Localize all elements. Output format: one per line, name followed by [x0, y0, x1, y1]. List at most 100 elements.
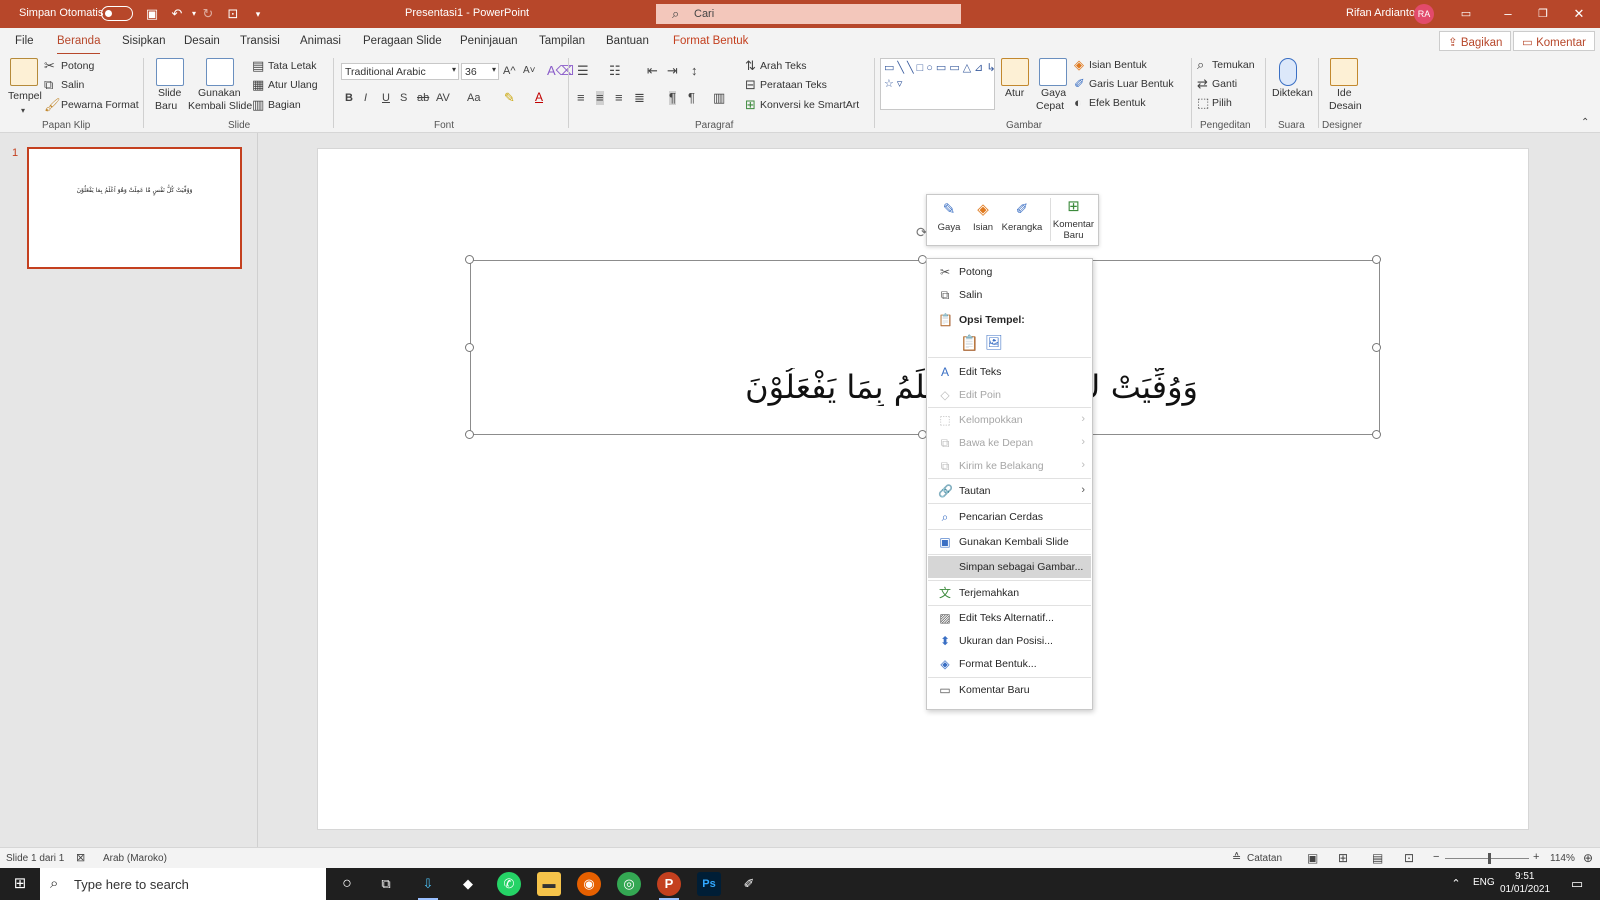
- find-icon[interactable]: ⌕: [1197, 58, 1204, 72]
- cut-icon[interactable]: ✂: [44, 59, 55, 73]
- copy-icon[interactable]: ⧉: [44, 78, 53, 92]
- share-button[interactable]: ⇪ Bagikan: [1439, 31, 1512, 51]
- new-comment-button[interactable]: ⊞ Komentar Baru: [1050, 198, 1096, 241]
- format-painter-icon[interactable]: 🖌: [44, 98, 61, 112]
- menu-item-smart-lookup[interactable]: ⌕ Pencarian Cerdas: [928, 506, 1091, 528]
- avatar[interactable]: RA: [1414, 4, 1434, 24]
- menu-item-new-comment[interactable]: ▭ Komentar Baru: [928, 679, 1091, 701]
- menu-item-bring-front[interactable]: ⧉ Bawa ke Depan ›: [928, 432, 1091, 454]
- strikethrough-icon[interactable]: ab: [417, 91, 429, 105]
- align-text-label[interactable]: Perataan Teks: [760, 79, 827, 91]
- clock-date[interactable]: 01/01/2021: [1500, 884, 1550, 895]
- tab-file[interactable]: File: [15, 35, 34, 47]
- fill-button[interactable]: ◈ Isian: [969, 201, 997, 233]
- decrease-indent-icon[interactable]: ⇤: [647, 64, 658, 78]
- quick-styles-label-2[interactable]: Cepat: [1036, 100, 1064, 112]
- reuse-slides-icon[interactable]: [206, 58, 234, 86]
- save-icon[interactable]: ▣: [144, 6, 160, 22]
- paste-dropdown-icon[interactable]: ▾: [21, 104, 25, 118]
- new-slide-label-2[interactable]: Baru: [155, 100, 177, 112]
- quick-styles-label-1[interactable]: Gaya: [1041, 87, 1066, 99]
- restore-icon[interactable]: ❐: [1533, 5, 1553, 23]
- align-text-icon[interactable]: ⊟: [745, 78, 756, 92]
- section-label[interactable]: Bagian: [268, 99, 301, 111]
- menu-item-size-position[interactable]: ⬍ Ukuran dan Posisi...: [928, 630, 1091, 652]
- tab-review[interactable]: Peninjauan: [460, 35, 518, 47]
- increase-indent-icon[interactable]: ⇥: [667, 64, 678, 78]
- menu-item-edit-points[interactable]: ◇ Edit Poin: [928, 384, 1091, 406]
- paste-label[interactable]: Tempel: [8, 90, 42, 102]
- line-spacing-icon[interactable]: ↕: [691, 64, 698, 78]
- align-center-icon[interactable]: ≡: [596, 91, 604, 105]
- tab-slideshow[interactable]: Peragaan Slide: [363, 35, 442, 47]
- zoom-slider-thumb[interactable]: [1488, 853, 1491, 864]
- format-painter-label[interactable]: Pewarna Format: [61, 99, 139, 111]
- style-button[interactable]: ✎ Gaya: [935, 201, 963, 233]
- shape-outline-label[interactable]: Garis Luar Bentuk: [1089, 78, 1174, 90]
- cut-label[interactable]: Potong: [61, 60, 94, 72]
- reset-icon[interactable]: ▦: [252, 78, 264, 92]
- reading-view-icon[interactable]: ▤: [1372, 851, 1383, 865]
- highlight-icon[interactable]: ✎: [504, 91, 515, 105]
- zoom-slider-track[interactable]: [1445, 858, 1529, 859]
- reuse-slides-label-1[interactable]: Gunakan: [198, 87, 241, 99]
- arrange-icon[interactable]: [1001, 58, 1029, 86]
- decrease-font-icon[interactable]: A˅: [523, 64, 536, 78]
- smartart-label[interactable]: Konversi ke SmartArt: [760, 99, 859, 111]
- tab-help[interactable]: Bantuan: [606, 35, 649, 47]
- input-language[interactable]: ENG: [1473, 877, 1495, 888]
- customize-qat-icon[interactable]: ▾: [250, 6, 266, 22]
- slide-thumbnail[interactable]: وَوُفِّيَتْ كُلُّ نَفْسٍ مَّا عَمِلَتْ و…: [27, 147, 242, 269]
- new-slide-label-1[interactable]: Slide: [158, 87, 181, 99]
- zoom-out-icon[interactable]: −: [1433, 851, 1439, 863]
- resize-handle[interactable]: [1372, 430, 1381, 439]
- font-color-icon[interactable]: A: [535, 90, 543, 104]
- menu-item-send-back[interactable]: ⧉ Kirim ke Belakang ›: [928, 455, 1091, 477]
- shape-outline-icon[interactable]: ✐: [1074, 77, 1085, 91]
- numbering-icon[interactable]: ☷: [609, 64, 621, 78]
- resize-handle[interactable]: [465, 255, 474, 264]
- file-explorer-icon[interactable]: ▬: [537, 872, 561, 896]
- slide-canvas[interactable]: [317, 148, 1529, 830]
- fit-slide-icon[interactable]: ⊕: [1583, 851, 1593, 865]
- download-app-icon[interactable]: ⇩: [416, 872, 440, 900]
- dictate-label[interactable]: Diktekan: [1272, 87, 1313, 99]
- outline-button[interactable]: ✐ Kerangka: [1001, 201, 1043, 233]
- user-name[interactable]: Rifan Ardianto: [1346, 7, 1415, 19]
- menu-item-save-as-picture[interactable]: Simpan sebagai Gambar...: [928, 556, 1091, 578]
- menu-item-alt-text[interactable]: ▨ Edit Teks Alternatif...: [928, 607, 1091, 629]
- menu-item-edit-text[interactable]: A Edit Teks: [928, 361, 1091, 383]
- tab-view[interactable]: Tampilan: [539, 35, 585, 47]
- tab-transitions[interactable]: Transisi: [240, 35, 280, 47]
- design-ideas-icon[interactable]: [1330, 58, 1358, 86]
- undo-icon[interactable]: ↶: [169, 6, 185, 22]
- menu-item-cut[interactable]: ✂ Potong: [928, 261, 1091, 283]
- shadow-icon[interactable]: S: [400, 91, 407, 105]
- inkscape-icon[interactable]: ◆: [456, 872, 480, 896]
- arrange-label[interactable]: Atur: [1005, 87, 1024, 99]
- windows-start-icon[interactable]: ⊞: [8, 872, 32, 896]
- taskbar-search[interactable]: ⌕ Type here to search: [40, 868, 326, 900]
- paste-picture-icon[interactable]: 🖼: [985, 334, 1003, 352]
- replace-label[interactable]: Ganti: [1212, 78, 1237, 90]
- bullets-icon[interactable]: ☰: [577, 64, 589, 78]
- spellcheck-icon[interactable]: ⊠: [76, 851, 85, 864]
- change-case-icon[interactable]: Aa: [467, 91, 480, 105]
- task-view-icon[interactable]: ⧉: [374, 872, 398, 896]
- redo-icon[interactable]: ↻: [200, 6, 216, 22]
- comments-button[interactable]: ▭ Komentar: [1513, 31, 1595, 51]
- zoom-level[interactable]: 114%: [1550, 853, 1575, 864]
- menu-item-copy[interactable]: ⧉ Salin: [928, 284, 1091, 306]
- resize-handle[interactable]: [1372, 343, 1381, 352]
- language-status[interactable]: Arab (Maroko): [103, 853, 167, 864]
- notes-button[interactable]: Catatan: [1247, 853, 1282, 864]
- section-icon[interactable]: ▥: [252, 98, 264, 112]
- underline-icon[interactable]: U: [382, 91, 390, 105]
- align-right-icon[interactable]: ≡: [615, 91, 623, 105]
- justify-icon[interactable]: ≣: [634, 91, 645, 105]
- paste-icon[interactable]: [10, 58, 38, 86]
- bold-icon[interactable]: B: [345, 91, 353, 105]
- menu-item-translate[interactable]: 文 Terjemahkan: [928, 582, 1091, 604]
- notes-icon[interactable]: ≙: [1232, 851, 1241, 864]
- search-box[interactable]: ⌕ Cari: [656, 4, 961, 24]
